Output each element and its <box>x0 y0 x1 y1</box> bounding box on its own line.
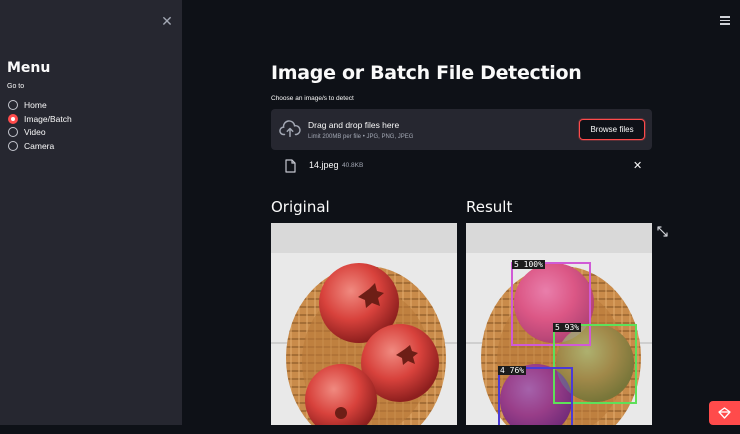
uploaded-file-row: 14.jpeg 40.8KB ✕ <box>271 156 652 176</box>
remove-file-icon[interactable]: ✕ <box>633 159 642 172</box>
page-title: Image or Batch File Detection <box>271 62 582 84</box>
radio-option-camera[interactable]: Camera <box>8 139 72 153</box>
file-name: 14.jpeg <box>309 160 339 170</box>
radio-label: Video <box>24 127 46 138</box>
detection-label: 4 76% <box>498 366 527 375</box>
detection-label: 5 100% <box>512 260 545 269</box>
expand-icon[interactable] <box>657 226 668 237</box>
original-column-title: Original <box>271 198 330 216</box>
radio-label: Home <box>24 99 47 110</box>
radio-option-video[interactable]: Video <box>8 125 72 139</box>
dropzone-limit: Limit 200MB per file • JPG, PNG, JPEG <box>308 134 414 140</box>
radio-group: Home Image/Batch Video Camera <box>8 98 72 153</box>
dropzone-instructions: Drag and drop files here <box>308 120 400 130</box>
result-column-title: Result <box>466 198 513 216</box>
close-icon[interactable]: ✕ <box>160 14 174 28</box>
radio-button-selected[interactable] <box>8 113 18 124</box>
radio-button[interactable] <box>8 99 18 110</box>
radio-label: Image/Batch <box>24 113 72 124</box>
result-image: 5 100% 5 93% 4 76% <box>466 223 652 434</box>
file-icon <box>285 159 296 173</box>
file-dropzone[interactable]: Drag and drop files here Limit 200MB per… <box>271 109 652 150</box>
radio-button[interactable] <box>8 127 18 138</box>
radio-group-label: Go to <box>7 83 25 90</box>
menu-icon[interactable] <box>720 16 730 25</box>
sidebar-title: Menu <box>7 60 51 76</box>
cloud-upload-icon <box>279 120 301 138</box>
detection-label: 5 93% <box>553 323 582 332</box>
browse-files-button[interactable]: Browse files <box>579 119 645 140</box>
bottom-bar <box>0 425 740 434</box>
streamlit-icon[interactable] <box>709 401 740 425</box>
radio-option-image-batch[interactable]: Image/Batch <box>8 112 72 126</box>
radio-option-home[interactable]: Home <box>8 98 72 112</box>
radio-button[interactable] <box>8 140 18 151</box>
sidebar: ✕ Menu Go to Home Image/Batch Video Came… <box>0 0 182 434</box>
radio-label: Camera <box>24 140 55 151</box>
file-size: 40.8KB <box>342 162 364 169</box>
original-image <box>271 223 457 434</box>
uploader-label: Choose an image/s to detect <box>271 95 354 102</box>
